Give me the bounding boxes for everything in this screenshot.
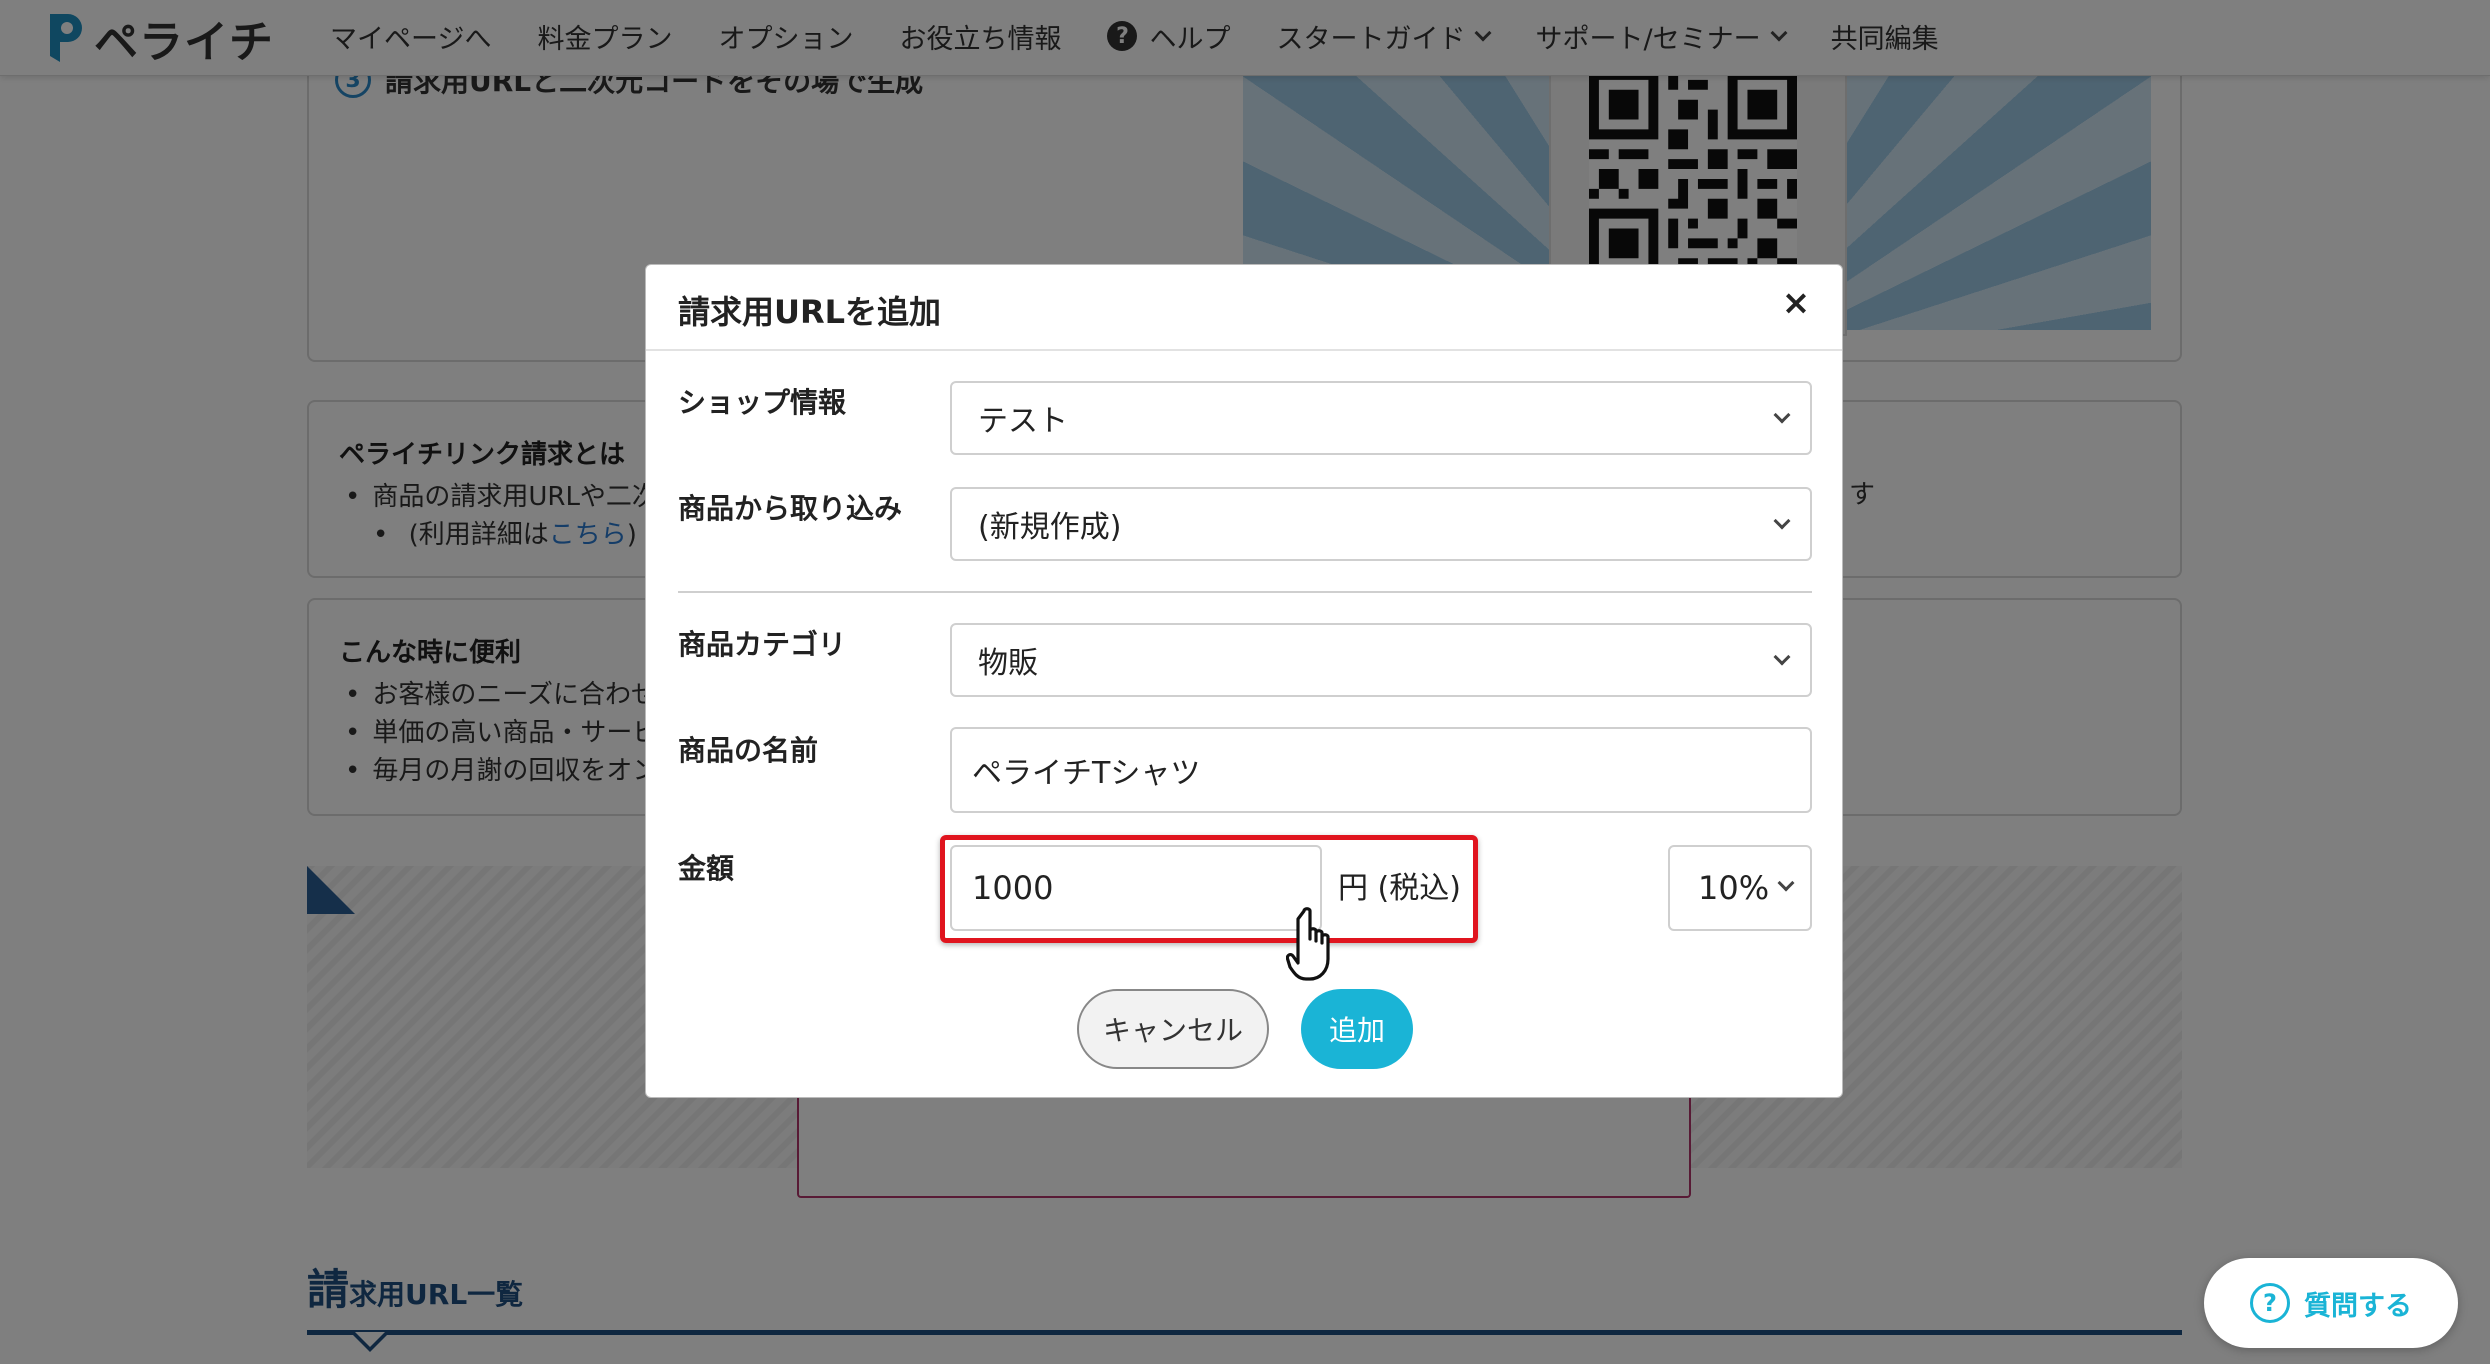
ask-button-label: 質問する: [2304, 1290, 2412, 1322]
ask-question-button[interactable]: ? 質問する: [2204, 1258, 2458, 1348]
dialog-title: 請求用URLを追加: [678, 293, 942, 331]
add-button[interactable]: 追加: [1301, 989, 1413, 1069]
chevron-down-icon: [1777, 874, 1795, 892]
category-label: 商品カテゴリ: [678, 628, 847, 661]
chevron-down-icon: [1773, 406, 1791, 424]
category-value: 物販: [978, 646, 1038, 681]
amount-unit: 円 (税込): [1338, 871, 1461, 906]
shop-info-select[interactable]: テスト: [950, 381, 1812, 455]
category-select[interactable]: 物販: [950, 623, 1812, 697]
hand-pointer-icon: [1286, 907, 1330, 981]
product-name-label: 商品の名前: [678, 734, 819, 767]
tax-rate-value: 10%: [1698, 869, 1770, 907]
amount-label: 金額: [678, 852, 735, 885]
cancel-button[interactable]: キャンセル: [1077, 989, 1269, 1069]
import-from-product-value: (新規作成): [978, 510, 1122, 545]
dialog-header: 請求用URLを追加 ×: [646, 265, 1842, 351]
question-circle-icon: ?: [2250, 1283, 2290, 1323]
chevron-down-icon: [1773, 648, 1791, 666]
shop-info-label: ショップ情報: [678, 386, 847, 419]
add-billing-url-dialog: 請求用URLを追加 × ショップ情報 テスト 商品から取り込み (新規作成) 商…: [645, 264, 1843, 1098]
amount-input[interactable]: 1000: [950, 845, 1322, 931]
close-icon[interactable]: ×: [1776, 283, 1816, 323]
import-from-product-select[interactable]: (新規作成): [950, 487, 1812, 561]
divider: [678, 591, 1812, 593]
tax-rate-select[interactable]: 10%: [1668, 845, 1812, 931]
product-name-input[interactable]: ペライチTシャツ: [950, 727, 1812, 813]
shop-info-value: テスト: [978, 404, 1068, 439]
chevron-down-icon: [1773, 512, 1791, 530]
import-from-product-label: 商品から取り込み: [678, 492, 903, 525]
